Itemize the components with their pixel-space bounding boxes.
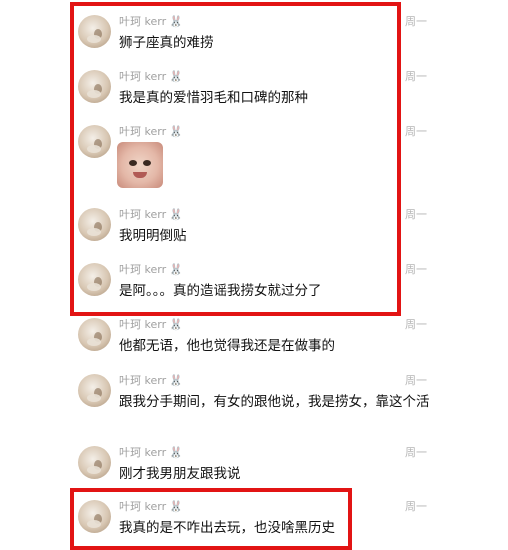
message-text: 我真的是不咋出去玩，也没啥黑历史 (119, 520, 335, 536)
message-time: 周一 (405, 500, 427, 513)
avatar[interactable] (78, 208, 111, 241)
sender-name: 叶珂 kerr 🐰 (119, 208, 183, 221)
message-time: 周一 (405, 70, 427, 83)
avatar[interactable] (78, 318, 111, 351)
message-text: 狮子座真的难捞 (119, 35, 214, 51)
sender-name: 叶珂 kerr 🐰 (119, 374, 183, 387)
chat-message[interactable]: 叶珂 kerr 🐰 周一 跟我分手期间，有女的跟他说，我是捞女，靠这个活 (0, 374, 508, 444)
chat-message[interactable]: 叶珂 kerr 🐰 周一 是阿。。。真的造谣我捞女就过分了 (0, 263, 508, 323)
avatar[interactable] (78, 15, 111, 48)
message-time: 周一 (405, 208, 427, 221)
sender-name: 叶珂 kerr 🐰 (119, 446, 183, 459)
bunny-icon: 🐰 (169, 125, 183, 138)
avatar[interactable] (78, 374, 111, 407)
bunny-icon: 🐰 (169, 446, 183, 459)
avatar[interactable] (78, 446, 111, 479)
sender-name: 叶珂 kerr 🐰 (119, 15, 183, 28)
sender-name: 叶珂 kerr 🐰 (119, 263, 183, 276)
bunny-icon: 🐰 (169, 208, 183, 221)
message-time: 周一 (405, 374, 427, 387)
message-text: 跟我分手期间，有女的跟他说，我是捞女，靠这个活 (119, 394, 430, 410)
avatar[interactable] (78, 500, 111, 533)
avatar[interactable] (78, 125, 111, 158)
message-time: 周一 (405, 125, 427, 138)
message-text: 刚才我男朋友跟我说 (119, 466, 241, 482)
bunny-icon: 🐰 (169, 263, 183, 276)
sender-name: 叶珂 kerr 🐰 (119, 70, 183, 83)
sender-name: 叶珂 kerr 🐰 (119, 125, 183, 138)
bunny-icon: 🐰 (169, 15, 183, 28)
message-time: 周一 (405, 446, 427, 459)
message-text: 他都无语，他也觉得我还是在做事的 (119, 338, 335, 354)
chat-message[interactable]: 叶珂 kerr 🐰 周一 他都无语，他也觉得我还是在做事的 (0, 318, 508, 378)
chat-message[interactable]: 叶珂 kerr 🐰 周一 我真的是不咋出去玩，也没啥黑历史 (0, 500, 508, 550)
message-text: 我是真的爱惜羽毛和口碑的那种 (119, 90, 308, 106)
sender-name: 叶珂 kerr 🐰 (119, 500, 183, 513)
chat-message[interactable]: 叶珂 kerr 🐰 周一 我明明倒贴 (0, 208, 508, 268)
chat-message[interactable]: 叶珂 kerr 🐰 周一 我是真的爱惜羽毛和口碑的那种 (0, 70, 508, 130)
baby-face-sticker[interactable] (117, 142, 163, 188)
avatar[interactable] (78, 70, 111, 103)
bunny-icon: 🐰 (169, 70, 183, 83)
bunny-icon: 🐰 (169, 374, 183, 387)
message-time: 周一 (405, 15, 427, 28)
message-text: 我明明倒贴 (119, 228, 187, 244)
sender-name: 叶珂 kerr 🐰 (119, 318, 183, 331)
bunny-icon: 🐰 (169, 318, 183, 331)
chat-message[interactable]: 叶珂 kerr 🐰 周一 狮子座真的难捞 (0, 15, 508, 75)
avatar[interactable] (78, 263, 111, 296)
message-time: 周一 (405, 318, 427, 331)
bunny-icon: 🐰 (169, 500, 183, 513)
message-time: 周一 (405, 263, 427, 276)
message-text: 是阿。。。真的造谣我捞女就过分了 (119, 283, 322, 299)
chat-message[interactable]: 叶珂 kerr 🐰 周一 (0, 125, 508, 195)
chat-message[interactable]: 叶珂 kerr 🐰 周一 刚才我男朋友跟我说 (0, 446, 508, 506)
